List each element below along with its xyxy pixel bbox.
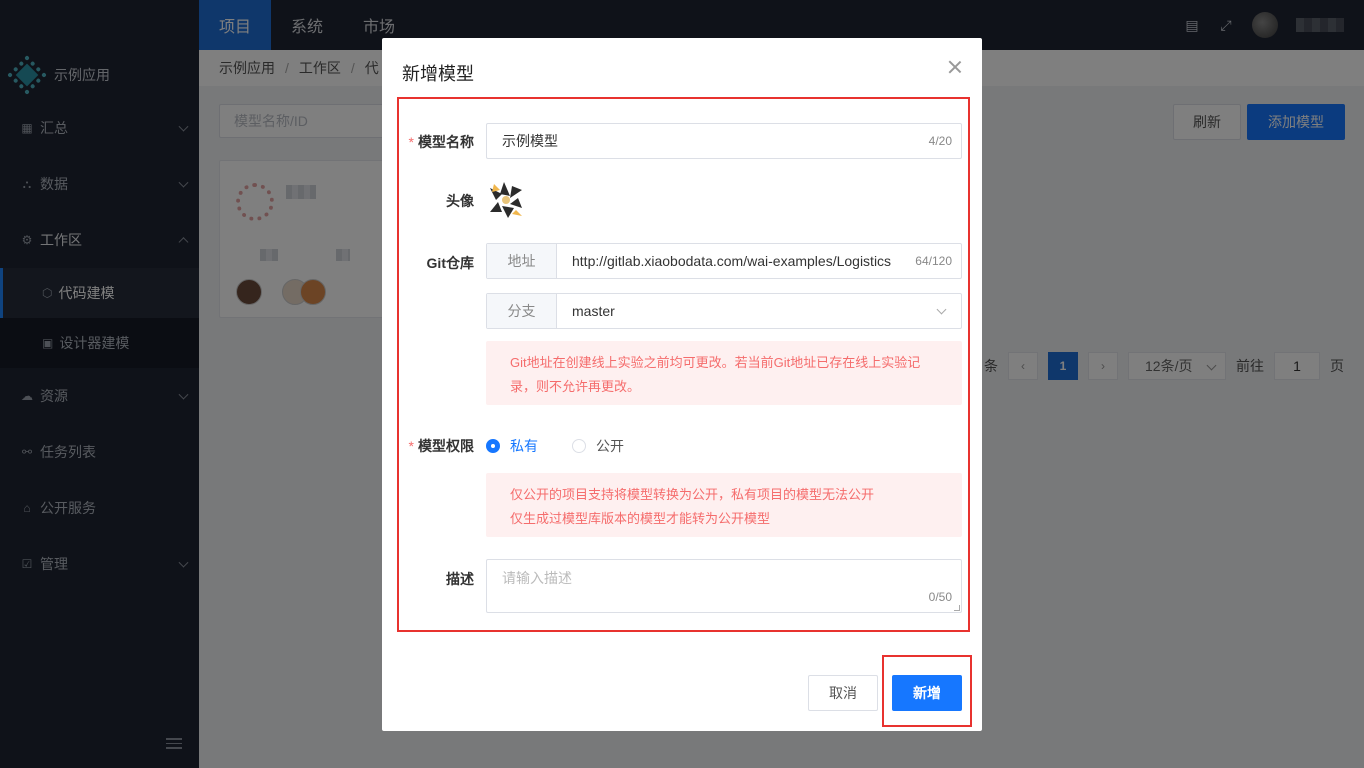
description-placeholder: 请输入描述 [502, 570, 572, 586]
submit-button[interactable]: 新增 [892, 675, 962, 711]
git-address-input[interactable]: 地址 http://gitlab.xiaobodata.com/wai-exam… [486, 243, 962, 279]
char-counter: 4/20 [924, 134, 952, 148]
permission-info-alert: 仅公开的项目支持将模型转换为公开，私有项目的模型无法公开 仅生成过模型库版本的模… [486, 473, 962, 537]
git-warning-alert: Git地址在创建线上实验之前均可更改。若当前Git地址已存在线上实验记录，则不允… [486, 341, 962, 405]
permission-private-radio[interactable]: 私有 [486, 436, 538, 456]
model-name-input[interactable]: 示例模型 4/20 [486, 123, 962, 159]
branch-prefix: 分支 [487, 294, 557, 328]
permission-label: * 模型权限 [408, 438, 474, 454]
alert-line: 仅生成过模型库版本的模型才能转为公开模型 [510, 511, 771, 526]
address-prefix: 地址 [487, 244, 557, 278]
branch-value: master [572, 303, 615, 319]
permission-public-radio[interactable]: 公开 [572, 436, 624, 456]
chevron-down-icon [936, 304, 947, 315]
model-avatar-image[interactable] [486, 180, 526, 220]
char-counter: 64/120 [911, 254, 952, 268]
radio-label: 私有 [510, 438, 538, 454]
dialog-title: 新增模型 [402, 64, 474, 84]
radio-label: 公开 [596, 438, 624, 454]
radio-unselected-icon [572, 439, 586, 453]
cancel-button[interactable]: 取消 [808, 675, 878, 711]
git-repo-label: Git仓库 [426, 255, 474, 271]
description-textarea[interactable]: 请输入描述 0/50 [486, 559, 962, 613]
git-address-value: http://gitlab.xiaobodata.com/wai-example… [572, 253, 892, 269]
description-label: 描述 [446, 571, 474, 587]
char-counter: 0/50 [928, 590, 952, 604]
model-name-label: * 模型名称 [408, 134, 474, 150]
avatar-label: 头像 [446, 193, 474, 209]
close-icon[interactable] [948, 60, 962, 74]
alert-line: 仅公开的项目支持将模型转换为公开，私有项目的模型无法公开 [510, 487, 875, 502]
branch-select[interactable]: 分支 master [486, 293, 962, 329]
resize-handle-icon[interactable] [954, 605, 960, 611]
add-model-dialog: 新增模型 * 模型名称 示例模型 4/20 头像 Git仓库 地址 http://… [382, 38, 982, 731]
model-name-value: 示例模型 [502, 133, 558, 149]
radio-selected-icon [486, 439, 500, 453]
